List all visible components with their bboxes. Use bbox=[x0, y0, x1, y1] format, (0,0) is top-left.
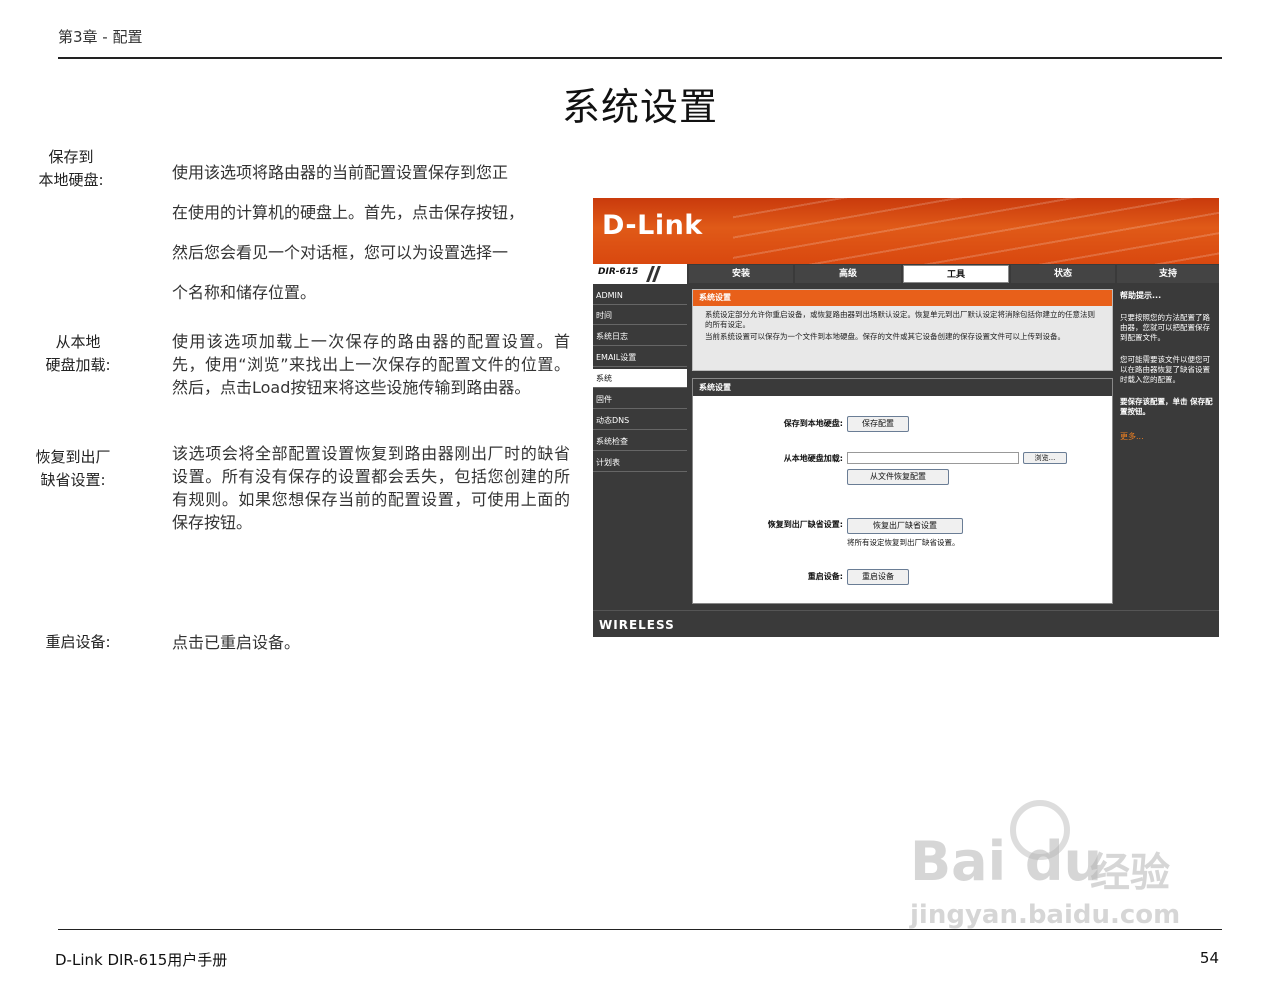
help-text-3: 要保存该配置，单击 保存配置按钮。 bbox=[1120, 397, 1213, 416]
router-screenshot: D-Link DIR-615 安装 高级 工具 状态 支持 ADMIN 时间 系… bbox=[593, 198, 1219, 637]
watermark-brand: Bai du bbox=[910, 830, 1103, 893]
section-text-reboot: 点击已重启设备。 bbox=[172, 633, 301, 652]
section-text-load: 使用该选项加载上一次保存的路由器的配置设置。首先，使用“浏览”来找出上一次保存的… bbox=[172, 332, 570, 397]
sidebar-item-time[interactable]: 时间 bbox=[593, 306, 687, 325]
load-label: 从本地硬盘加载: bbox=[783, 454, 843, 463]
sidebar-item-ddns[interactable]: 动态DNS bbox=[593, 411, 687, 430]
tab-tools[interactable]: 工具 bbox=[903, 265, 1009, 283]
router-nav: DIR-615 安装 高级 工具 状态 支持 bbox=[593, 264, 1219, 284]
info-title: 系统设置 bbox=[693, 290, 1112, 306]
info-text-1: 系统设定部分允许你重启设备，或恢复路由器到出场默认设定。恢复单元到出厂默认设定将… bbox=[705, 310, 1095, 329]
reboot-button[interactable]: 重启设备 bbox=[847, 569, 909, 585]
tab-setup[interactable]: 安装 bbox=[689, 265, 793, 283]
router-content: 系统设置 系统设定部分允许你重启设备，或恢复路由器到出场默认设定。恢复单元到出厂… bbox=[689, 286, 1116, 610]
footer-manual-title: D-Link DIR-615用户手册 bbox=[55, 951, 228, 969]
watermark-cn: 经验 bbox=[1090, 850, 1170, 896]
sidebar-item-syscheck[interactable]: 系统检查 bbox=[593, 432, 687, 451]
help-more-link[interactable]: 更多... bbox=[1117, 431, 1219, 442]
file-input[interactable] bbox=[847, 452, 1019, 464]
restore-file-button[interactable]: 从文件恢复配置 bbox=[847, 469, 949, 485]
section-text-save: 使用该选项将路由器的当前配置设置保存到您正 在使用的计算机的硬盘上。首先，点击保… bbox=[172, 163, 525, 302]
router-sidebar: ADMIN 时间 系统日志 EMAIL设置 系统 固件 动态DNS 系统检查 计… bbox=[593, 286, 687, 610]
router-banner: D-Link bbox=[593, 198, 1219, 264]
router-footer: WIRELESS bbox=[593, 610, 1219, 637]
watermark-url: jingyan.baidu.com bbox=[910, 900, 1181, 930]
help-panel: 帮助提示... 只要按照您的方法配置了路由器，您就可以把配置保存到配置文件。 您… bbox=[1117, 286, 1219, 610]
info-panel: 系统设置 系统设定部分允许你重启设备，或恢复路由器到出场默认设定。恢复单元到出厂… bbox=[692, 289, 1113, 371]
tab-status[interactable]: 状态 bbox=[1011, 265, 1115, 283]
sidebar-item-email[interactable]: EMAIL设置 bbox=[593, 348, 687, 367]
wireless-logo: WIRELESS bbox=[599, 618, 675, 632]
form-panel: 系统设置 保存到本地硬盘: 保存配置 从本地硬盘加载: 浏览... 从文件恢复配… bbox=[692, 378, 1113, 604]
save-label: 保存到本地硬盘: bbox=[783, 419, 843, 428]
section-label-reboot: 重启设备: bbox=[45, 633, 111, 651]
tab-advanced[interactable]: 高级 bbox=[795, 265, 901, 283]
page-number: 54 bbox=[1199, 949, 1219, 967]
footer-divider bbox=[58, 929, 1222, 930]
sidebar-item-syslog[interactable]: 系统日志 bbox=[593, 327, 687, 346]
form-title: 系统设置 bbox=[693, 379, 1112, 396]
tab-support[interactable]: 支持 bbox=[1117, 265, 1219, 283]
sidebar-item-admin[interactable]: ADMIN bbox=[593, 286, 687, 305]
section-label-load: 从本地 硬盘加载: bbox=[45, 333, 111, 374]
factory-note: 将所有设定恢复到出厂缺省设置。 bbox=[847, 538, 960, 547]
model-label: DIR-615 bbox=[593, 264, 687, 284]
reboot-label: 重启设备: bbox=[807, 572, 843, 581]
factory-label: 恢复到出厂缺省设置: bbox=[767, 520, 843, 529]
help-text-2: 您可能需要该文件以便您可以在路由器恢复了缺省设置时载入您的配置。 bbox=[1120, 355, 1210, 384]
section-text-factory: 该选项会将全部配置设置恢复到路由器刚出厂时的缺省设置。所有没有保存的设置都会丢失… bbox=[172, 444, 570, 532]
sidebar-item-schedule[interactable]: 计划表 bbox=[593, 453, 687, 472]
dlink-logo: D-Link bbox=[602, 210, 703, 241]
baidu-watermark: Bai du 经验 jingyan.baidu.com bbox=[900, 800, 1220, 940]
section-label-factory: 恢复到出厂 缺省设置: bbox=[35, 448, 111, 489]
save-config-button[interactable]: 保存配置 bbox=[847, 416, 909, 432]
header-divider bbox=[58, 57, 1222, 59]
factory-reset-button[interactable]: 恢复出厂缺省设置 bbox=[847, 518, 963, 534]
browse-button[interactable]: 浏览... bbox=[1023, 452, 1067, 464]
help-title: 帮助提示... bbox=[1120, 291, 1162, 300]
sidebar-item-system[interactable]: 系统 bbox=[593, 369, 687, 388]
info-text-2: 当前系统设置可以保存为一个文件到本地硬盘。保存的文件或其它设备创建的保存设置文件… bbox=[705, 332, 1065, 341]
page-title: 系统设置 bbox=[561, 85, 718, 129]
section-label-save: 保存到 本地硬盘: bbox=[38, 148, 104, 189]
help-text-1: 只要按照您的方法配置了路由器，您就可以把配置保存到配置文件。 bbox=[1120, 313, 1210, 342]
banner-stripes bbox=[733, 198, 1219, 264]
sidebar-item-firmware[interactable]: 固件 bbox=[593, 390, 687, 409]
chapter-label: 第3章 - 配置 bbox=[58, 28, 143, 46]
